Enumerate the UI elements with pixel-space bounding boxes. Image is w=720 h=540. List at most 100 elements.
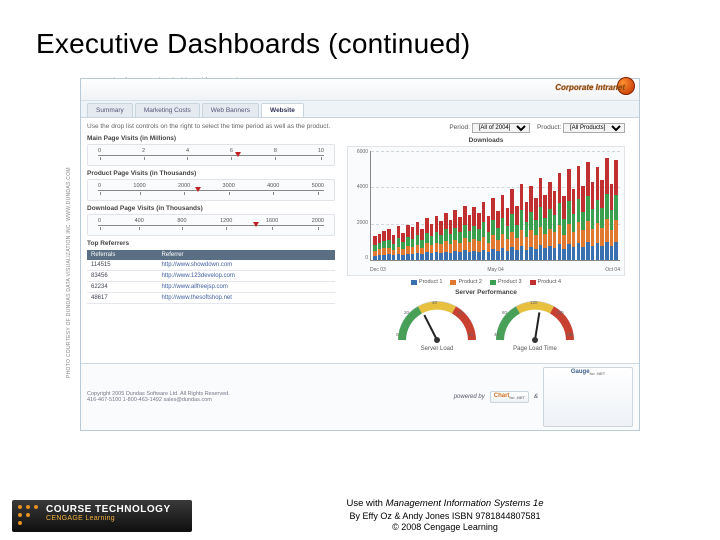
chart-bar [614, 160, 618, 260]
slide-footer: COURSE TECHNOLOGY CENGAGE Learning Use w… [0, 486, 720, 540]
chart-bar [553, 191, 557, 260]
left-column: Use the drop list controls on the right … [81, 118, 341, 363]
period-label: Period: [449, 124, 470, 131]
tab-summary[interactable]: Summary [87, 103, 133, 117]
and-label: & [534, 394, 538, 400]
linear-gauge: 010002000300040005000 [87, 179, 335, 201]
chart-bar [453, 210, 457, 260]
ytick: 6000 [350, 149, 368, 155]
chart-bar [543, 195, 547, 260]
chart-bar [506, 208, 510, 260]
chart-bar [378, 234, 382, 260]
dundas-chart-logo: Chartfor .NET [490, 391, 529, 402]
chart-bar [458, 217, 462, 260]
chart-bar [373, 236, 377, 260]
photo-credit-vertical: PHOTO COURTESY OF DUNDAS DATA VISUALIZAT… [66, 118, 76, 378]
dashboard-screenshot: PHOTO COURTESY OF DUNDAS DATA VISUALIZAT… [80, 78, 640, 418]
chart-bar [472, 207, 476, 260]
table-row: 62234http://www.allfreejsp.com [87, 282, 335, 293]
ytick: 4000 [350, 184, 368, 190]
chart-bar [482, 202, 486, 260]
product-label: Product: [537, 124, 561, 131]
chart-bar [567, 169, 571, 260]
chart-bar [397, 226, 401, 260]
brand-name: Corporate Intranet [555, 83, 625, 92]
tab-web-banners[interactable]: Web Banners [202, 103, 259, 117]
chart-bar [463, 206, 467, 261]
chart-bar [572, 189, 576, 260]
chart-bar [548, 182, 552, 260]
table-row: 114515http://www.showdown.com [87, 260, 335, 271]
chart-bar [586, 162, 590, 260]
contact-text: 416-467-5100 1-800-463-1492 sales@dundas… [87, 397, 230, 403]
slide-title: Executive Dashboards (continued) [0, 0, 720, 70]
chart-bar [496, 211, 500, 260]
chart-bar [425, 218, 429, 260]
chart-bar [491, 198, 495, 260]
top-referrers-title: Top Referrers [87, 240, 335, 247]
publisher-badge: COURSE TECHNOLOGY CENGAGE Learning [12, 500, 192, 532]
dashboard-window: Corporate Intranet Summary Marketing Cos… [80, 78, 640, 431]
chart-bar [534, 198, 538, 260]
chart-bar [577, 166, 581, 260]
scale-label: Download Page Visits (in Thousands) [87, 205, 335, 212]
chart-bar [435, 216, 439, 260]
chart-bar [416, 222, 420, 260]
chart-bar [529, 186, 533, 260]
chart-bar [430, 224, 434, 260]
publisher-icon [18, 505, 40, 527]
chart-bar [411, 227, 415, 260]
chart-bar [392, 235, 396, 260]
referrers-table: Referrals Referrer 114515http://www.show… [87, 250, 335, 304]
dundas-gauge-logo: Gaugefor .NET [543, 367, 633, 427]
chart-bar [605, 158, 609, 260]
instruction-text: Use the drop list controls on the right … [87, 123, 335, 131]
chart-bar [562, 196, 566, 260]
xtick: Dec 03 [370, 267, 386, 273]
tab-bar: Summary Marketing Costs Web Banners Webs… [81, 101, 639, 118]
right-column: Period: [All of 2004] Product: [All Prod… [341, 118, 631, 363]
chart-bar [439, 221, 443, 260]
table-row: 83456http://www.123develop.com [87, 271, 335, 282]
publisher-sub: CENGAGE Learning [46, 515, 186, 522]
chart-bar [501, 195, 505, 260]
linear-gauge: 0246810 [87, 144, 335, 166]
chart-bar [420, 229, 424, 260]
chart-bar [610, 184, 614, 260]
tab-marketing-costs[interactable]: Marketing Costs [135, 103, 200, 117]
scale-label: Main Page Visits (in Millions) [87, 135, 335, 142]
scale-label: Product Page Visits (in Thousands) [87, 170, 335, 177]
tab-website[interactable]: Website [261, 103, 304, 117]
gauge-marker-icon [253, 222, 259, 227]
product-select[interactable]: [All Products] [563, 123, 625, 133]
gauge-marker-icon [235, 152, 241, 157]
ytick: 0 [350, 255, 368, 261]
gauge-label: Page Load Time [490, 346, 580, 352]
legend-item: Product 1 [411, 279, 443, 285]
gauge-label: Server Load [392, 346, 482, 352]
slide-credits: Use with Management Information Systems … [210, 498, 680, 534]
period-select[interactable]: [All of 2004] [472, 123, 530, 133]
chart-bar [539, 178, 543, 260]
table-header-referrals: Referrals [87, 250, 158, 260]
publisher-name: COURSE TECHNOLOGY [46, 504, 186, 515]
chart-bar [387, 229, 391, 260]
chart-bar [591, 182, 595, 260]
gauge-marker-icon [195, 187, 201, 192]
chart-legend: Product 1 Product 2 Product 3 Product 4 [347, 279, 625, 285]
ytick: 2000 [350, 220, 368, 226]
chart-bar [581, 186, 585, 260]
powered-by-label: powered by [454, 394, 485, 400]
chart-bar [477, 213, 481, 260]
chart-bar [449, 220, 453, 260]
chart-bar [596, 167, 600, 260]
table-row: 48617http://www.thesoftshop.net [87, 293, 335, 304]
chart-bar [401, 233, 405, 260]
chart-bar [515, 206, 519, 261]
chart-bar [444, 213, 448, 260]
chart-bar [558, 173, 562, 260]
chart-bar [382, 231, 386, 260]
app-footer: Copyright 2005 Dundas Software Ltd. All … [81, 363, 639, 430]
chart-bar [468, 215, 472, 260]
radial-gauge: 020406080Server Load [392, 298, 482, 358]
